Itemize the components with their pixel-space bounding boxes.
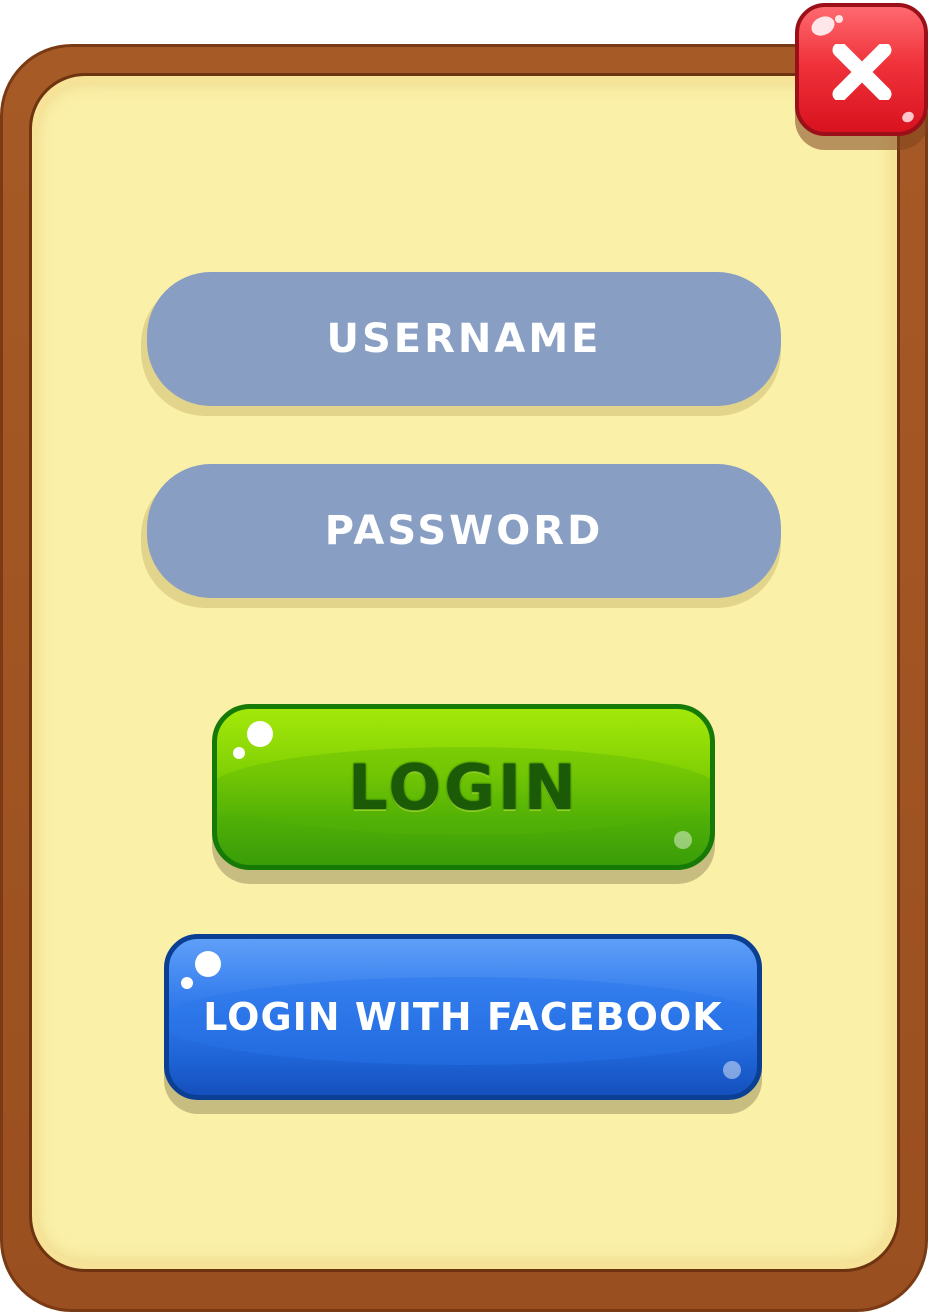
login-button-label: LOGIN bbox=[348, 750, 579, 824]
login-button-bubble-small bbox=[233, 747, 245, 759]
login-button-bubble-dim bbox=[674, 831, 692, 849]
close-x-icon bbox=[832, 44, 892, 100]
close-button-highlight bbox=[900, 109, 916, 125]
username-field[interactable]: USERNAME bbox=[147, 272, 781, 406]
login-button[interactable]: LOGIN bbox=[212, 704, 715, 870]
close-button[interactable] bbox=[795, 3, 928, 136]
password-placeholder: PASSWORD bbox=[324, 508, 604, 554]
facebook-button-bubble bbox=[195, 951, 221, 977]
facebook-button-label: LOGIN WITH FACEBOOK bbox=[203, 995, 723, 1039]
facebook-button-bubble-small bbox=[181, 977, 193, 989]
login-button-bubble bbox=[247, 721, 273, 747]
password-field[interactable]: PASSWORD bbox=[147, 464, 781, 598]
close-button-gloss-dot bbox=[835, 15, 843, 23]
facebook-button-bubble-dim bbox=[723, 1061, 741, 1079]
close-button-gloss bbox=[808, 12, 838, 40]
login-with-facebook-button[interactable]: LOGIN WITH FACEBOOK bbox=[164, 934, 762, 1100]
username-placeholder: USERNAME bbox=[326, 316, 602, 362]
